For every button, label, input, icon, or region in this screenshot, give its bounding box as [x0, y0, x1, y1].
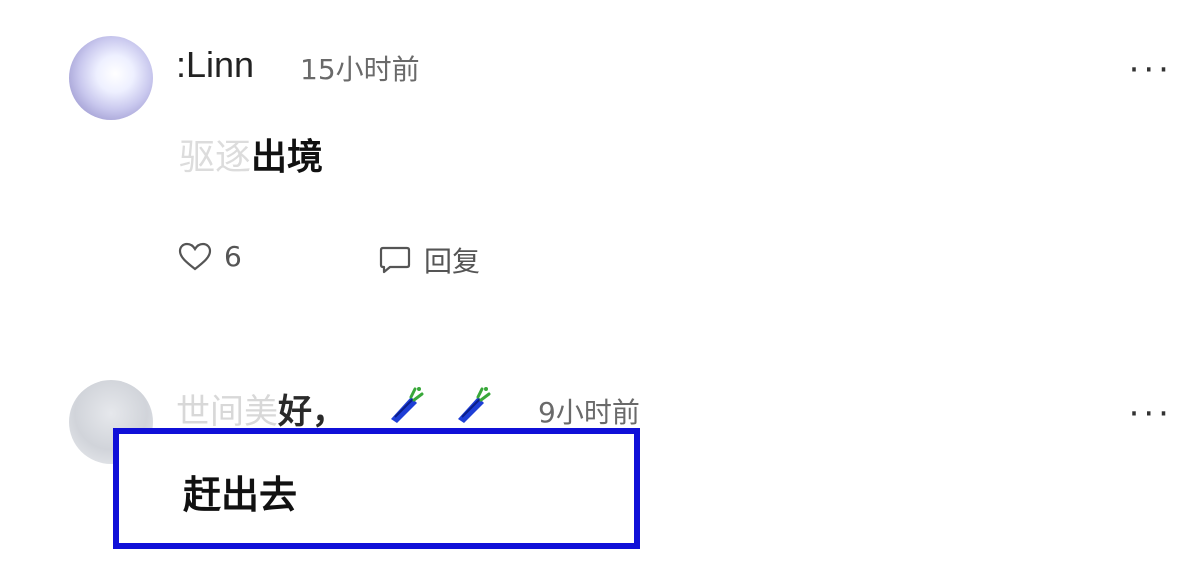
- username-tail: 好，: [278, 392, 346, 432]
- like-button[interactable]: 6: [178, 240, 242, 273]
- comment-text-main: 出境: [251, 137, 324, 178]
- reply-label: 回复: [424, 245, 481, 278]
- heart-icon: [178, 242, 212, 270]
- username-faded: 世间美: [176, 392, 278, 432]
- comment-bubble-icon: [379, 246, 411, 274]
- more-options-icon[interactable]: ···: [1129, 397, 1173, 431]
- leek-emoji-icon: [391, 387, 424, 423]
- highlight-box: 赶出去: [113, 428, 640, 549]
- like-count: 6: [224, 240, 242, 273]
- timestamp: 15小时前: [300, 53, 420, 86]
- reply-button[interactable]: 回复: [378, 240, 480, 280]
- timestamp: 9小时前: [538, 396, 640, 429]
- leek-emoji-icon: [458, 387, 491, 423]
- username[interactable]: :Linn: [176, 44, 254, 86]
- more-options-icon[interactable]: ···: [1129, 53, 1173, 87]
- comment-text: 驱逐出境: [179, 128, 323, 180]
- comment-text-faded: 驱逐: [179, 137, 252, 178]
- comment-text: 赶出去: [183, 473, 298, 517]
- avatar[interactable]: [69, 36, 153, 120]
- comment-item: :Linn 15小时前 ··· 驱逐出境 6 回复: [0, 0, 1200, 360]
- username[interactable]: 世间美好，: [176, 384, 346, 433]
